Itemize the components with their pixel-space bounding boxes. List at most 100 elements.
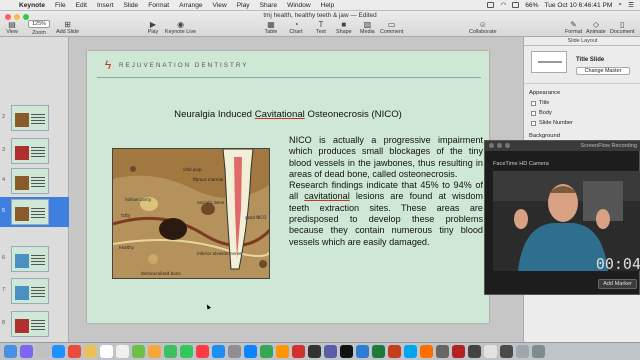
nico-diagram-image[interactable]: vital pulp fibrous marrow necrotic bone … xyxy=(112,148,270,279)
skype-icon[interactable] xyxy=(404,345,417,358)
downloads-icon[interactable] xyxy=(516,345,529,358)
play-button[interactable]: ▶ Play xyxy=(146,19,160,36)
table-button[interactable]: ▦ Table xyxy=(264,19,278,36)
trash-icon[interactable] xyxy=(532,345,545,358)
shape-button[interactable]: ■ Shape xyxy=(336,19,352,36)
finder-icon[interactable] xyxy=(4,345,17,358)
recording-window-titlebar[interactable]: ScreenFlow Recording xyxy=(485,141,640,151)
menu-slide[interactable]: Slide xyxy=(119,2,144,9)
search-icon[interactable]: ⌕ xyxy=(618,1,622,9)
menu-list-icon[interactable]: ☰ xyxy=(628,1,634,9)
launchpad-icon[interactable] xyxy=(36,345,49,358)
final-cut-icon[interactable] xyxy=(340,345,353,358)
preview-icon[interactable] xyxy=(484,345,497,358)
excel-icon[interactable] xyxy=(372,345,385,358)
word-icon[interactable] xyxy=(356,345,369,358)
menu-arrange[interactable]: Arrange xyxy=(174,2,207,9)
quicktime-icon[interactable] xyxy=(500,345,513,358)
minimize-window-button[interactable] xyxy=(497,143,502,148)
imovie-icon[interactable] xyxy=(324,345,337,358)
siri-icon[interactable] xyxy=(20,345,33,358)
background-heading[interactable]: Background xyxy=(529,133,560,139)
diagram-label: demineralized bone xyxy=(141,271,181,276)
vlc-icon[interactable] xyxy=(420,345,433,358)
menu-share[interactable]: Share xyxy=(255,2,283,9)
menu-insert[interactable]: Insert xyxy=(92,2,119,9)
terminal-icon[interactable] xyxy=(308,345,321,358)
menu-edit[interactable]: Edit xyxy=(71,2,92,9)
camera-icon[interactable] xyxy=(468,345,481,358)
slide-number-checkbox[interactable]: Slide Number xyxy=(531,120,573,126)
add-slide-button[interactable]: ⊞ Add Slide xyxy=(56,19,79,36)
menu-play[interactable]: Play xyxy=(232,2,255,9)
diagram-label: fatty xyxy=(121,213,131,218)
slide-body-text[interactable]: NICO is actually a progressive impairmen… xyxy=(289,135,483,248)
notes-icon[interactable] xyxy=(84,345,97,358)
acrobat-icon[interactable] xyxy=(292,345,305,358)
facetime-icon[interactable] xyxy=(180,345,193,358)
slide-thumbnail[interactable]: 2 xyxy=(0,103,69,133)
slide-thumbnail[interactable]: 8 xyxy=(0,309,69,339)
tb-app-icon[interactable] xyxy=(452,345,465,358)
wifi-icon[interactable]: ◠ xyxy=(500,1,506,9)
slide-thumbnail-selected[interactable]: 5 xyxy=(0,197,69,227)
zoom-control[interactable]: 125% Zoom xyxy=(28,20,50,36)
pages-icon[interactable] xyxy=(276,345,289,358)
calendar-icon[interactable] xyxy=(100,345,113,358)
battery-icon[interactable] xyxy=(512,2,520,8)
view-button[interactable]: ▤ View xyxy=(5,19,19,36)
messages-icon[interactable] xyxy=(164,345,177,358)
menu-format[interactable]: Format xyxy=(143,2,174,9)
diagram-label: vital pulp xyxy=(183,167,202,172)
powerpoint-icon[interactable] xyxy=(388,345,401,358)
comment-button[interactable]: ▭ Comment xyxy=(380,19,403,36)
diagram-label: inferior alveolar nerve xyxy=(197,251,242,256)
app-store-icon[interactable] xyxy=(212,345,225,358)
slide-canvas[interactable]: ϟ REJUVENATION DENTISTRY Neuralgia Induc… xyxy=(70,37,523,342)
menu-view[interactable]: View xyxy=(208,2,232,9)
recording-timer: 00:04 xyxy=(595,255,640,273)
animate-button[interactable]: ◇ Animate xyxy=(586,19,606,36)
menu-window[interactable]: Window xyxy=(282,2,315,9)
add-marker-button[interactable]: Add Marker xyxy=(598,279,637,289)
slide-thumbnail[interactable]: 6 xyxy=(0,244,69,274)
document-button[interactable]: ▯ Document xyxy=(610,19,635,36)
system-preferences-icon[interactable] xyxy=(228,345,241,358)
slide-title[interactable]: Neuralgia Induced Cavitational Osteonecr… xyxy=(87,109,489,120)
music-icon[interactable] xyxy=(196,345,209,358)
media-button[interactable]: ▨ Media xyxy=(360,19,375,36)
table-icon: ▦ xyxy=(267,19,275,29)
photos-icon[interactable] xyxy=(148,345,161,358)
slide-thumbnail[interactable]: 4 xyxy=(0,166,69,196)
maps-icon[interactable] xyxy=(132,345,145,358)
menu-help[interactable]: Help xyxy=(316,2,340,9)
menu-app[interactable]: Keynote xyxy=(14,2,50,9)
change-master-button[interactable]: Change Master xyxy=(576,67,630,75)
clock[interactable]: Tue Oct 10 6:46:41 PM xyxy=(544,2,612,9)
zoom-window-button[interactable] xyxy=(505,143,510,148)
recording-window[interactable]: ScreenFlow Recording FaceTime HD Camera … xyxy=(484,140,640,295)
current-slide[interactable]: ϟ REJUVENATION DENTISTRY Neuralgia Induc… xyxy=(87,51,489,323)
inspector-tab[interactable]: Slide Layout xyxy=(524,37,640,46)
zoom-value[interactable]: 125% xyxy=(28,20,50,28)
screenflow-icon[interactable] xyxy=(436,345,449,358)
collaborate-button[interactable]: ☺ Collaborate xyxy=(469,19,497,36)
safari-icon[interactable] xyxy=(52,345,65,358)
numbers-icon[interactable] xyxy=(260,345,273,358)
title-checkbox[interactable]: Title xyxy=(531,100,549,106)
format-button[interactable]: ✎ Format xyxy=(565,19,582,36)
reminders-icon[interactable] xyxy=(116,345,129,358)
menu-file[interactable]: File xyxy=(50,2,71,9)
chart-button[interactable]: ◔ Chart xyxy=(289,19,303,36)
text-button[interactable]: T Text xyxy=(314,19,328,36)
screen-record-icon[interactable] xyxy=(487,2,495,8)
layout-thumbnail[interactable] xyxy=(531,51,567,73)
keynote-icon[interactable] xyxy=(244,345,257,358)
body-checkbox[interactable]: Body xyxy=(531,110,552,116)
keynote-live-button[interactable]: ◉ Keynote Live xyxy=(165,19,196,36)
chrome-icon[interactable] xyxy=(68,345,81,358)
slide-thumbnail[interactable]: 7 xyxy=(0,276,69,306)
slide-thumbnail[interactable]: 3 xyxy=(0,136,69,166)
close-window-button[interactable] xyxy=(489,143,494,148)
paragraph-1: NICO is actually a progressive impairmen… xyxy=(289,135,483,179)
